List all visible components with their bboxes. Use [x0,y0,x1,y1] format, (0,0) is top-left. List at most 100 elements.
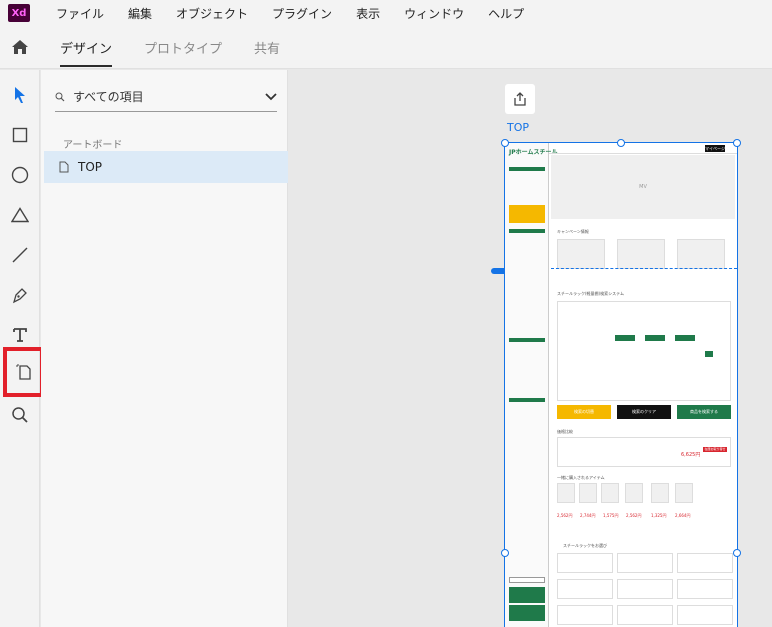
ellipse-icon [11,166,29,184]
layer-item-top[interactable]: TOP [44,151,288,183]
mock-list-card [677,553,733,573]
canvas[interactable]: TOP JPホームスチール マイページ MV キャンペーン情報 スチールラック(… [289,70,772,627]
mock-campaign-title: キャンペーン情報 [557,229,589,234]
mock-product-thumb [625,483,643,503]
artboard-icon [15,364,31,380]
menu-file[interactable]: ファイル [56,5,104,22]
mock-sidebar-bar [509,398,545,402]
resize-handle[interactable] [733,139,741,147]
mock-list-card [617,579,673,599]
mock-price: 2,664円 [675,513,691,518]
home-icon [12,40,28,54]
mock-banner [557,239,605,269]
mock-sidebar-bar [509,229,545,233]
mock-product-thumb [557,483,575,503]
line-tool[interactable] [0,235,40,275]
resize-handle[interactable] [501,549,509,557]
mock-list-card [677,579,733,599]
artboard-top[interactable]: JPホームスチール マイページ MV キャンペーン情報 スチールラック(軽量棚)… [504,142,738,627]
mock-list-card [677,605,733,625]
rectangle-tool[interactable] [0,115,40,155]
mock-banner [617,239,665,269]
tab-design[interactable]: デザイン [60,26,113,69]
menu-plugins[interactable]: プラグイン [272,5,332,22]
artboard-tool[interactable] [3,347,44,397]
mock-list-title: スチールラックをお選び [563,543,607,548]
magnifier-icon [12,407,28,423]
mock-guide-line [551,268,737,269]
layer-item-label: TOP [78,160,103,174]
mock-sidebar-search [509,577,545,583]
home-button[interactable] [0,26,40,69]
share-button[interactable] [505,84,535,114]
mock-grid-button [675,335,695,341]
mock-header-button: マイページ [705,145,725,152]
mock-header-line [549,153,737,154]
mock-price-title: 価格比較 [557,429,573,434]
chevron-down-icon[interactable] [265,92,277,101]
mock-list-card [557,579,613,599]
mock-list-card [617,605,673,625]
mock-btn-product: 商品を検索する [677,405,731,419]
menu-bar: Xd ファイル 編集 オブジェクト プラグイン 表示 ウィンドウ ヘルプ [0,0,772,26]
search-filter-label: すべての項目 [73,90,144,104]
mock-product-thumb [579,483,597,503]
ellipse-tool[interactable] [0,155,40,195]
mock-price-table [557,437,731,467]
mock-price: 2,744円 [580,513,596,518]
mock-grid-button [615,335,635,341]
mode-tab-bar: デザイン プロトタイプ 共有 [0,26,772,69]
artboard-title[interactable]: TOP [507,121,529,134]
rectangle-icon [12,127,28,143]
mock-list-card [617,553,673,573]
zoom-tool[interactable] [0,395,40,435]
polygon-tool[interactable] [0,195,40,235]
layer-search-field[interactable]: すべての項目 [55,82,277,112]
mock-price: 2,562円 [626,513,642,518]
mock-sidebar-bar [509,338,545,342]
mock-banner [677,239,725,269]
mock-list-card [557,553,613,573]
resize-handle[interactable] [733,549,741,557]
search-icon [55,92,65,101]
menu-view[interactable]: 表示 [356,5,380,22]
mock-btn-reset: 検索のクリア [617,405,671,419]
resize-handle[interactable] [617,139,625,147]
text-icon [13,328,27,342]
xd-app-icon: Xd [8,4,30,22]
tab-prototype[interactable]: プロトタイプ [144,26,222,69]
mock-grid-button [705,351,713,357]
menu-help[interactable]: ヘルプ [488,5,524,22]
resize-handle[interactable] [501,139,509,147]
mock-sidebar-bar [509,167,545,171]
mock-price: 1,325円 [651,513,667,518]
mock-search-title: スチールラック(軽量棚)検索システム [557,291,625,296]
share-icon [514,92,526,106]
select-tool[interactable] [0,75,40,115]
mock-sale-tag: 在庫お取り寄せ [703,447,727,452]
menu-object[interactable]: オブジェクト [176,5,248,22]
artboard-icon [59,161,69,173]
triangle-icon [11,207,29,223]
mock-sidebar-banner [509,205,545,223]
mock-sidebar-card [509,587,545,603]
artboards-section-label: アートボード [63,140,123,151]
tool-bar [0,70,44,627]
layers-panel: すべての項目 アートボード TOP [41,70,288,627]
mock-btn-search: 検索の切替 [557,405,611,419]
mock-product-thumb [675,483,693,503]
line-icon [12,247,28,263]
mock-mv: MV [551,155,735,219]
mock-often-title: 一緒に購入されるアイテム [557,475,605,480]
mock-product-thumb [651,483,669,503]
arrow-icon [15,87,25,103]
mock-price: 1,575円 [603,513,619,518]
mock-price: 2,562円 [557,513,573,518]
mock-price-red: 6,625円 [681,452,701,458]
mock-product-thumb [601,483,619,503]
pen-tool[interactable] [0,275,40,315]
menu-edit[interactable]: 編集 [128,5,152,22]
menu-window[interactable]: ウィンドウ [404,5,464,22]
tab-share[interactable]: 共有 [254,26,280,69]
mock-list-card [557,605,613,625]
